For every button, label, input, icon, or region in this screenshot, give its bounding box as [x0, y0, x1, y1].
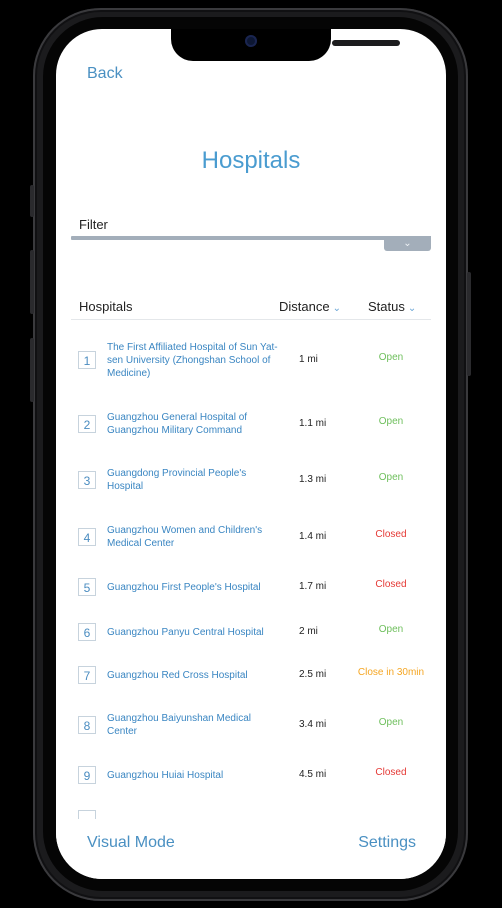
header-divider: [71, 319, 431, 320]
column-header-status-label: Status: [368, 299, 405, 314]
hospital-distance: 1.3 mi: [299, 474, 327, 485]
status-badge: Open: [378, 472, 404, 483]
row-number: 8: [78, 716, 96, 734]
column-header-hospitals: Hospitals: [79, 299, 132, 314]
volume-up-button: [30, 250, 34, 314]
hospital-distance: 2 mi: [299, 626, 318, 637]
page-title: Hospitals: [201, 147, 301, 174]
hospital-name-link[interactable]: Guangzhou Huiai Hospital: [107, 769, 282, 782]
filter-label: Filter: [79, 217, 108, 232]
row-number: 5: [78, 578, 96, 596]
sort-chevron-icon: ⌄: [332, 303, 341, 314]
hospital-distance: 1.7 mi: [299, 581, 327, 592]
status-badge: Open: [378, 352, 404, 363]
column-header-distance-label: Distance: [279, 299, 330, 314]
speaker-grille: [332, 40, 400, 46]
status-badge: Close in 30min: [357, 667, 425, 678]
screen: Back Hospitals Filter ⌄ Hospitals Distan…: [56, 29, 446, 879]
notch: [171, 29, 400, 61]
mute-switch: [30, 185, 34, 217]
hospital-distance: 2.5 mi: [299, 669, 327, 680]
filter-bar[interactable]: [71, 236, 431, 240]
row-number: 4: [78, 528, 96, 546]
column-header-hospitals-label: Hospitals: [79, 299, 133, 314]
hospital-distance: 1 mi: [299, 354, 318, 365]
hospital-distance: 4.5 mi: [299, 769, 327, 780]
hospital-name-link[interactable]: Guangzhou Red Cross Hospital: [107, 669, 282, 682]
hospital-name-link[interactable]: The First Affiliated Hospital of Sun Yat…: [107, 341, 282, 380]
back-button[interactable]: Back: [87, 65, 123, 83]
status-badge: Closed: [375, 579, 407, 590]
row-number: 6: [78, 623, 96, 641]
row-number: 1: [78, 351, 96, 369]
power-button: [467, 272, 471, 376]
hospital-distance: 1.4 mi: [299, 531, 327, 542]
hospital-name-link[interactable]: Guangzhou Women and Children's Medical C…: [107, 524, 282, 550]
filter-toggle-button[interactable]: ⌄: [384, 236, 431, 251]
hospital-distance: 1.1 mi: [299, 418, 327, 429]
status-badge: Open: [378, 717, 404, 728]
row-number: 2: [78, 415, 96, 433]
settings-button[interactable]: Settings: [358, 834, 416, 852]
hospital-name-link[interactable]: Guangzhou Baiyunshan Medical Center: [107, 712, 282, 738]
chevron-double-down-icon: ⌄: [403, 238, 412, 249]
column-header-distance[interactable]: Distance ⌄: [279, 299, 341, 314]
row-number: 7: [78, 666, 96, 684]
hospital-distance: 3.4 mi: [299, 719, 327, 730]
status-badge: Closed: [375, 529, 407, 540]
hospital-name-link[interactable]: Guangzhou General Hospital of Guangzhou …: [107, 411, 282, 437]
status-badge: Closed: [375, 767, 407, 778]
status-badge: Open: [378, 624, 404, 635]
row-number: 3: [78, 471, 96, 489]
sort-chevron-icon: ⌄: [407, 303, 417, 314]
status-badge: Open: [378, 416, 404, 427]
camera-icon: [245, 35, 257, 47]
visual-mode-button[interactable]: Visual Mode: [87, 834, 175, 852]
column-header-status[interactable]: Status ⌄: [368, 299, 416, 314]
hospital-name-link[interactable]: Guangzhou Panyu Central Hospital: [107, 626, 282, 639]
volume-down-button: [30, 338, 34, 402]
row-number: 9: [78, 766, 96, 784]
hospital-name-link[interactable]: Guangdong Provincial People's Hospital: [107, 467, 282, 493]
hospital-name-link[interactable]: Guangzhou First People's Hospital: [107, 581, 282, 594]
